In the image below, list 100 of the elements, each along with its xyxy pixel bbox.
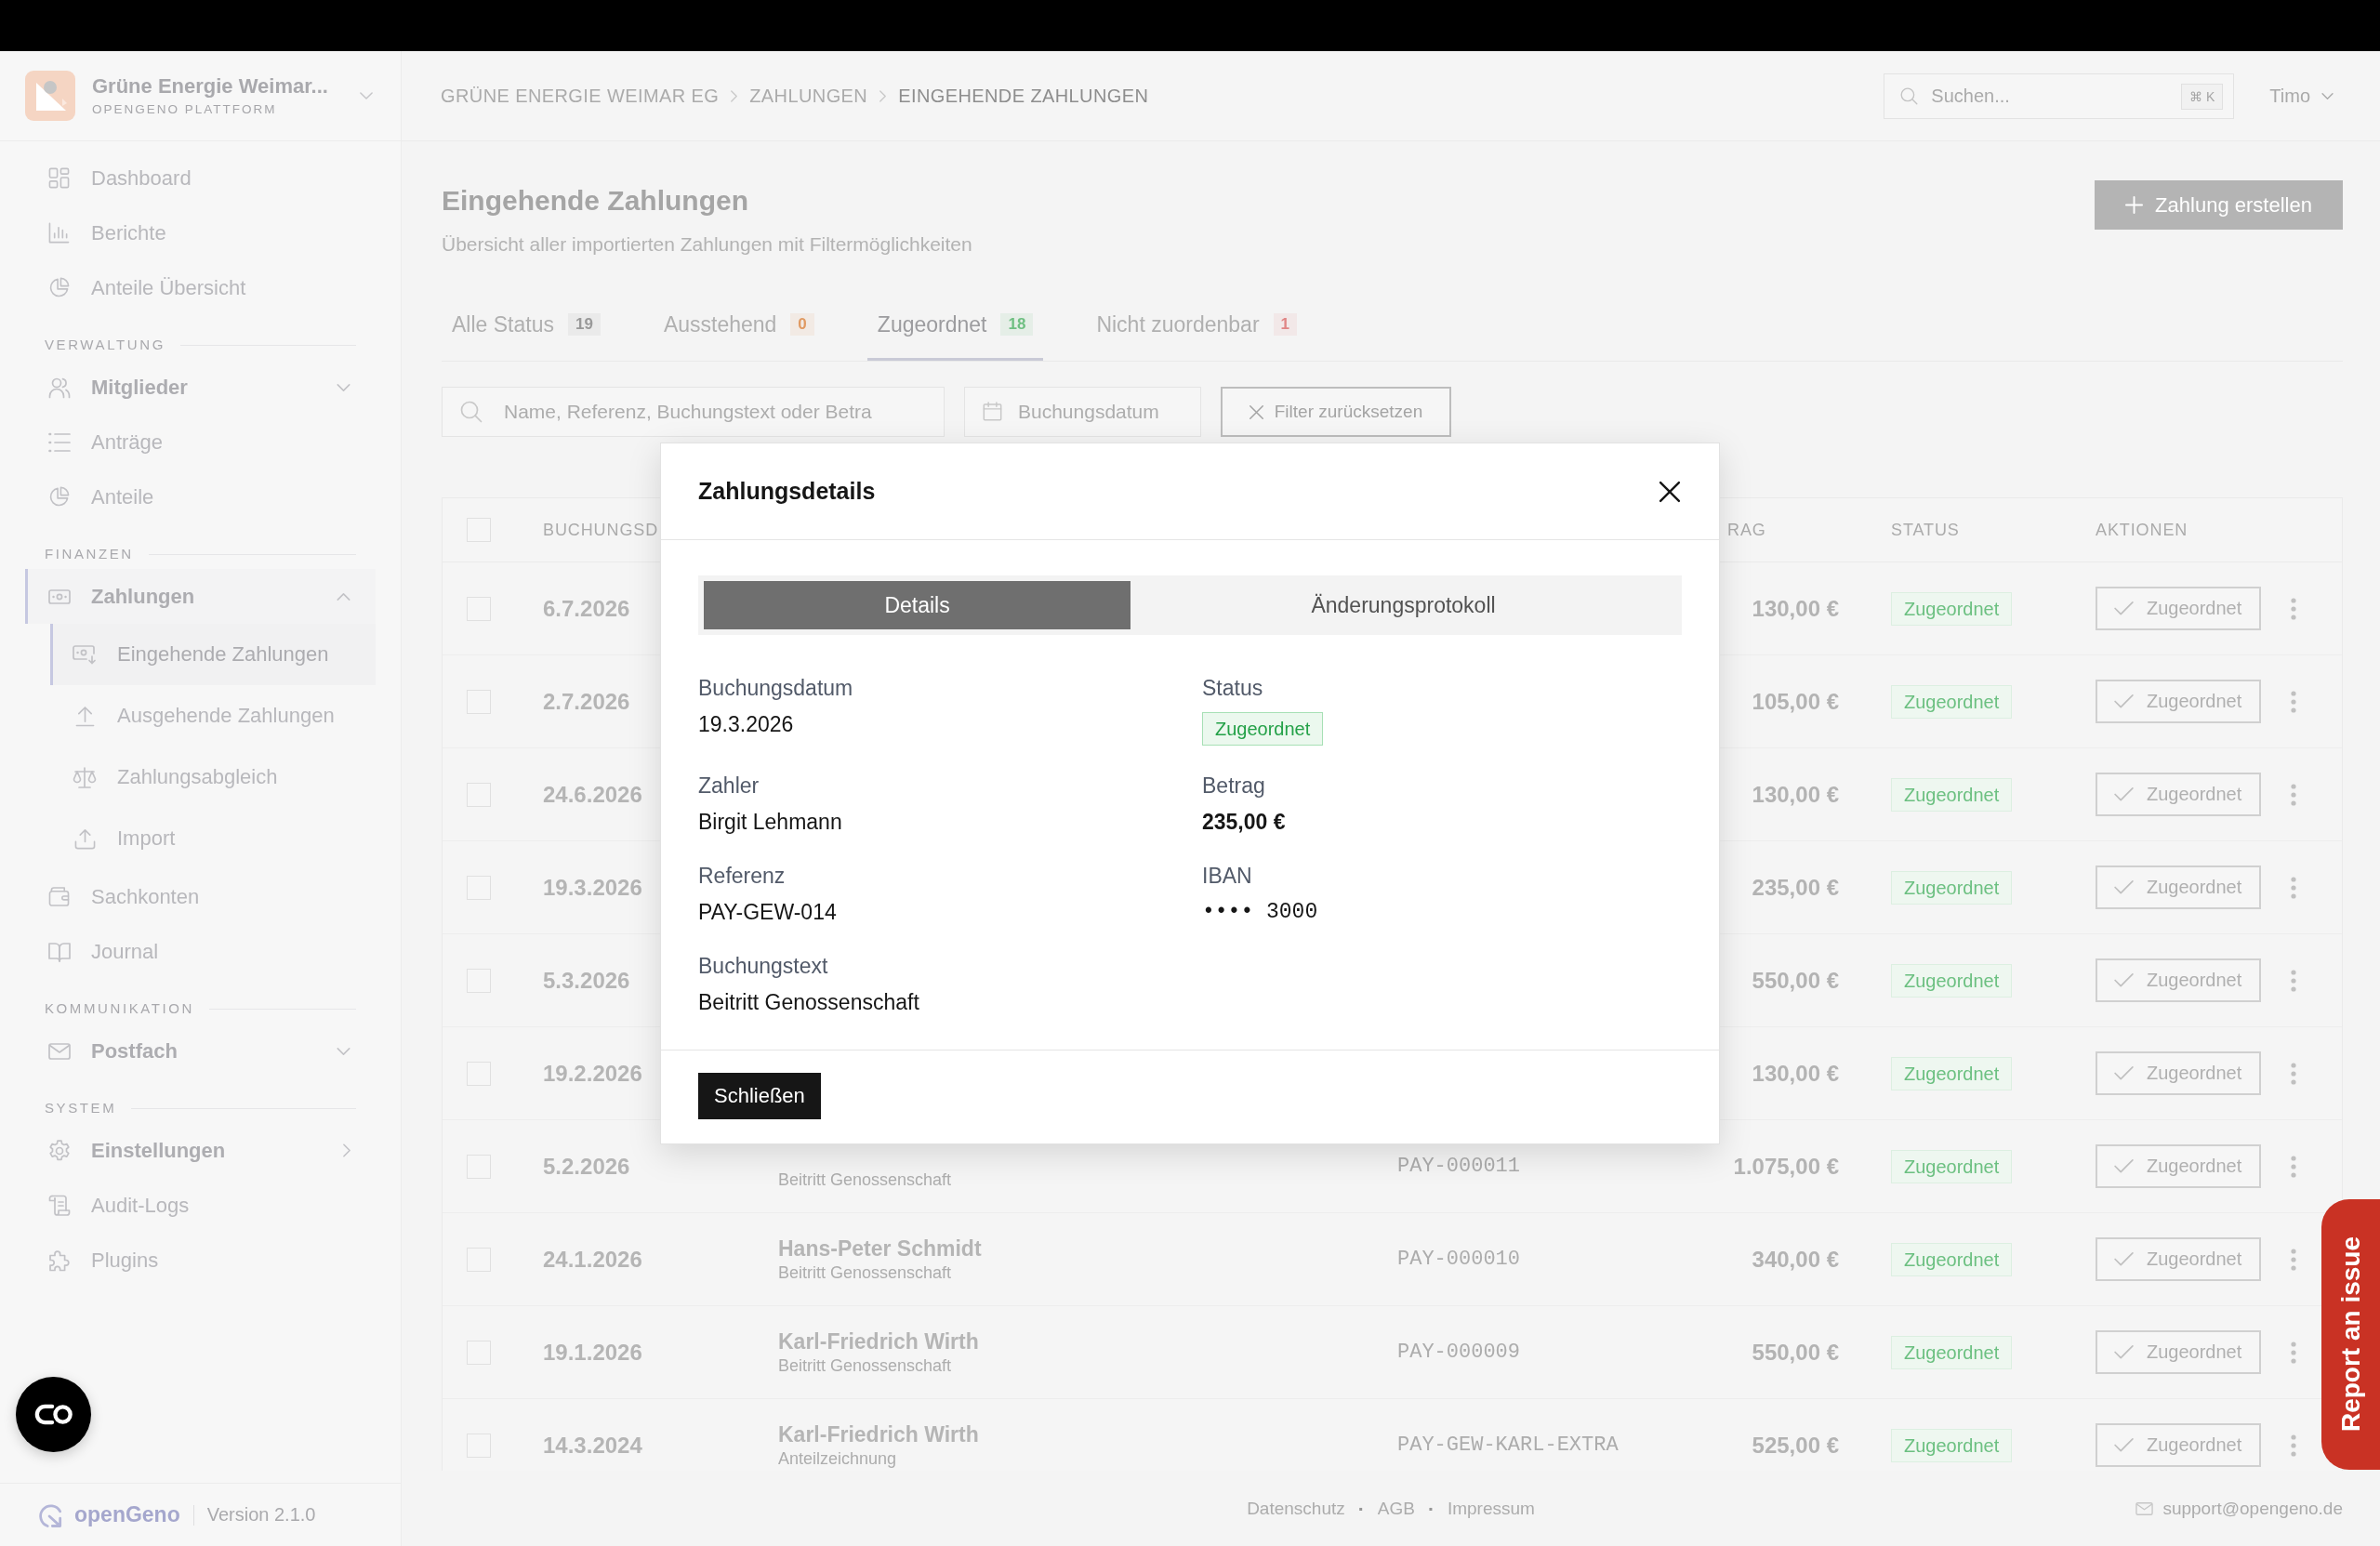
assign-button[interactable]: Zugeordnet — [2096, 1330, 2261, 1374]
plus-icon — [2125, 196, 2144, 214]
wallet-icon — [48, 887, 70, 906]
more-icon[interactable] — [2291, 876, 2296, 899]
chevron-up-icon[interactable] — [337, 592, 350, 601]
settings-icon — [47, 1139, 71, 1162]
banknote-icon — [47, 588, 71, 604]
field-value: PAY-GEW-014 — [698, 899, 838, 926]
banknote-arrow-icon — [73, 644, 97, 665]
breadcrumb-link[interactable]: ZAHLUNGEN — [749, 85, 868, 107]
booking-date: 2.7.2026 — [543, 688, 630, 714]
search-field[interactable]: Name, Referenz, Buchungstext oder Betra — [442, 387, 945, 437]
check-icon — [2114, 1252, 2134, 1266]
nav-subitem[interactable]: Eingehende Zahlungen — [50, 624, 376, 685]
nav-item[interactable]: Anteile Übersicht — [25, 260, 376, 315]
more-icon[interactable] — [2291, 597, 2296, 620]
status-badge: Zugeordnet — [1202, 712, 1324, 746]
check-icon — [2114, 1438, 2134, 1452]
amount: 130,00 € — [1752, 595, 1839, 622]
close-icon[interactable] — [1659, 481, 1680, 502]
status-tab[interactable]: Nicht zuordenbar 1 — [1086, 291, 1307, 361]
more-icon[interactable] — [2291, 969, 2296, 992]
nav-item[interactable]: Zahlungen — [25, 569, 376, 624]
assign-button[interactable]: Zugeordnet — [2096, 1423, 2261, 1467]
users-icon — [47, 376, 71, 399]
nav-item[interactable]: Plugins — [25, 1233, 376, 1288]
upload-arrow-icon — [74, 705, 95, 727]
booking-date: 14.3.2024 — [543, 1432, 642, 1458]
footer-link[interactable]: Datenschutz — [1247, 1498, 1345, 1519]
pie-chart-icon — [48, 486, 70, 508]
assign-button[interactable]: Zugeordnet — [2096, 680, 2261, 723]
nav-item[interactable]: Dashboard — [25, 151, 376, 205]
chevron-right-icon[interactable] — [343, 1143, 350, 1157]
create-payment-button[interactable]: Zahlung erstellen — [2095, 180, 2343, 230]
nav-subitem[interactable]: Ausgehende Zahlungen — [50, 685, 376, 747]
assign-button[interactable]: Zugeordnet — [2096, 587, 2261, 630]
product-name: openGeno — [74, 1502, 180, 1527]
column-header: STATUS — [1891, 520, 1960, 539]
close-dialog-button[interactable]: Schließen — [698, 1073, 821, 1119]
nav-item[interactable]: Anträge — [25, 415, 376, 469]
chevron-down-icon[interactable] — [337, 1047, 350, 1055]
chevron-down-icon[interactable] — [360, 92, 373, 99]
nav-item[interactable]: Berichte — [25, 205, 376, 260]
nav-item[interactable]: Journal — [25, 924, 376, 979]
assign-button[interactable]: Zugeordnet — [2096, 1144, 2261, 1188]
assign-button[interactable]: Zugeordnet — [2096, 1237, 2261, 1281]
payer-name: Hans-Peter Schmidt — [778, 1235, 983, 1261]
scale-icon — [73, 766, 97, 788]
assign-button[interactable]: Zugeordnet — [2096, 1051, 2261, 1095]
reference-code: PAY-GEW-KARL-EXTRA — [1397, 1433, 1619, 1457]
more-icon[interactable] — [2291, 690, 2296, 713]
footer-link[interactable]: AGB — [1377, 1498, 1415, 1519]
more-icon[interactable] — [2291, 1341, 2296, 1364]
breadcrumb-link[interactable]: EINGEHENDE ZAHLUNGEN — [898, 85, 1149, 107]
more-icon[interactable] — [2291, 783, 2296, 806]
assign-button[interactable]: Zugeordnet — [2096, 773, 2261, 816]
more-icon[interactable] — [2291, 1434, 2296, 1457]
amount: 130,00 € — [1752, 781, 1839, 808]
nav-item[interactable]: Sachkonten — [25, 869, 376, 924]
amount: 1.075,00 € — [1733, 1153, 1839, 1180]
breadcrumb-link[interactable]: GRÜNE ENERGIE WEIMAR EG — [441, 85, 720, 107]
field-label: Status — [1202, 675, 1264, 702]
date-field[interactable]: Buchungsdatum — [964, 387, 1201, 437]
nav-item[interactable]: Mitglieder — [25, 360, 376, 415]
workspace-subtitle: OPENGENO PLATTFORM — [92, 101, 278, 118]
more-icon[interactable] — [2291, 1248, 2296, 1271]
booking-date: 5.3.2026 — [543, 967, 630, 993]
nav-subitem[interactable]: Import — [50, 808, 376, 869]
assign-button[interactable]: Zugeordnet — [2096, 958, 2261, 1002]
status-tab[interactable]: Zugeordnet 18 — [866, 291, 1044, 361]
user-menu[interactable]: Timo — [2269, 85, 2334, 107]
status-tab[interactable]: Ausstehend 0 — [653, 291, 825, 361]
reset-filter-button[interactable]: Filter zurücksetzen — [1221, 387, 1451, 437]
nav-subitem[interactable]: Zahlungsabgleich — [50, 747, 376, 808]
chevron-right-icon — [731, 89, 738, 102]
nav-item[interactable]: Postfach — [25, 1024, 376, 1078]
status-badge: Zugeordnet — [1891, 1335, 2013, 1369]
assign-button[interactable]: Zugeordnet — [2096, 865, 2261, 909]
chevron-down-icon[interactable] — [337, 383, 350, 391]
more-icon[interactable] — [2291, 1062, 2296, 1085]
dialog-tab[interactable]: Details — [704, 581, 1131, 629]
section-heading: KOMMUNIKATION — [45, 999, 195, 1018]
nav-item[interactable]: Audit-Logs — [25, 1178, 376, 1233]
status-tab[interactable]: Alle Status 19 — [442, 291, 611, 361]
section-heading: FINANZEN — [45, 545, 134, 563]
brand-logo-icon[interactable] — [25, 71, 75, 121]
field-label: Referenz — [698, 863, 787, 890]
status-badge: Zugeordnet — [1891, 1056, 2013, 1090]
booking-date: 19.3.2026 — [543, 874, 642, 900]
footer-link[interactable]: Impressum — [1447, 1498, 1535, 1519]
nav-item[interactable]: Einstellungen — [25, 1123, 376, 1178]
nav-item[interactable]: Anteile — [25, 469, 376, 524]
dialog-tab[interactable]: Änderungsprotokoll — [1130, 581, 1676, 629]
report-issue-button[interactable]: Report an issue — [2321, 1199, 2380, 1470]
booking-date: 19.2.2026 — [543, 1060, 642, 1086]
workspace-name[interactable]: Grüne Energie Weimar... — [92, 73, 328, 99]
check-icon — [2114, 880, 2134, 894]
more-icon[interactable] — [2291, 1155, 2296, 1178]
tab-count: 0 — [790, 313, 814, 336]
support-email-link[interactable]: support@opengeno.de — [2135, 1498, 2343, 1519]
